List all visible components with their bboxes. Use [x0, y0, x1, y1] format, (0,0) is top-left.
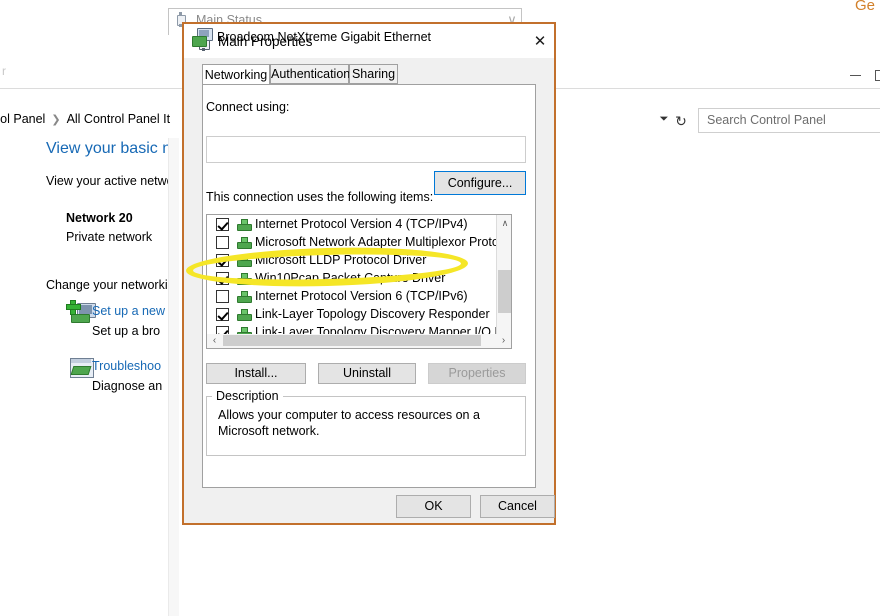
close-icon[interactable]: ✕: [530, 32, 550, 52]
items-horizontal-scrollbar[interactable]: ‹ ›: [206, 334, 512, 349]
cancel-button[interactable]: Cancel: [480, 495, 555, 518]
item-checkbox[interactable]: [216, 236, 229, 249]
item-label: Link-Layer Topology Discovery Responder: [255, 307, 490, 321]
protocol-icon: [237, 219, 252, 231]
control-panel-scrollbar[interactable]: [168, 138, 179, 616]
protocol-icon: [237, 255, 252, 267]
connect-using-label: Connect using:: [206, 100, 290, 114]
install-button[interactable]: Install...: [206, 363, 306, 384]
list-item[interactable]: Win10Pcap Packet Capture Driver: [207, 270, 511, 287]
minimize-icon[interactable]: [846, 68, 868, 82]
protocol-icon: [237, 237, 252, 249]
task-description: Set up a bro: [92, 324, 161, 338]
refresh-icon[interactable]: ↻: [672, 112, 690, 130]
uninstall-button[interactable]: Uninstall: [318, 363, 416, 384]
list-item[interactable]: Microsoft LLDP Protocol Driver: [207, 252, 511, 269]
protocol-icon: [237, 273, 252, 285]
item-label: Internet Protocol Version 4 (TCP/IPv4): [255, 217, 468, 231]
change-settings-heading: Change your networki: [46, 278, 168, 292]
protocol-icon: [237, 291, 252, 303]
properties-button: Properties: [428, 363, 526, 384]
search-placeholder: Search Control Panel: [707, 113, 826, 127]
scrollbar-thumb[interactable]: [223, 335, 481, 346]
control-panel-tab-label: r: [2, 64, 6, 78]
item-checkbox[interactable]: [216, 272, 229, 285]
item-checkbox[interactable]: [216, 290, 229, 303]
items-label: This connection uses the following items…: [206, 190, 434, 204]
description-legend: Description: [212, 389, 283, 403]
description-text: Allows your computer to access resources…: [218, 408, 480, 438]
list-item[interactable]: Link-Layer Topology Discovery Responder: [207, 306, 511, 323]
item-label: Internet Protocol Version 6 (TCP/IPv6): [255, 289, 468, 303]
list-item[interactable]: Internet Protocol Version 4 (TCP/IPv4): [207, 216, 511, 233]
page-title: View your basic n: [46, 140, 172, 157]
chevron-down-icon[interactable]: ⏷: [656, 113, 672, 129]
item-label: Microsoft LLDP Protocol Driver: [255, 253, 427, 267]
task-title[interactable]: Troubleshoo: [92, 359, 161, 373]
protocol-icon: [237, 309, 252, 321]
scroll-right-icon[interactable]: ›: [496, 334, 511, 347]
configure-button[interactable]: Configure...: [434, 171, 526, 195]
maximize-icon[interactable]: [873, 68, 880, 82]
network-type: Private network: [66, 230, 153, 244]
scroll-up-icon[interactable]: ∧: [497, 215, 511, 232]
tab-networking[interactable]: Networking: [202, 64, 270, 85]
list-item[interactable]: Internet Protocol Version 6 (TCP/IPv6): [207, 288, 511, 305]
adapter-name: Broadcom NetXtreme Gigabit Ethernet: [217, 30, 431, 44]
search-input[interactable]: Search Control Panel: [698, 108, 880, 133]
page-subtitle: View your active netwo: [46, 174, 174, 188]
corner-text: Ge: [855, 0, 876, 14]
breadcrumb-item-0[interactable]: rol Panel: [0, 112, 45, 126]
main-properties-dialog: Main Properties ✕ Networking Authenticat…: [182, 22, 556, 525]
adapter-field[interactable]: [206, 136, 526, 163]
network-adapter-icon: [192, 28, 213, 47]
tab-sharing[interactable]: Sharing: [349, 64, 398, 84]
ok-button[interactable]: OK: [396, 495, 471, 518]
items-list[interactable]: Internet Protocol Version 4 (TCP/IPv4) M…: [206, 214, 512, 348]
items-vertical-scrollbar[interactable]: ∧ ∨: [496, 215, 511, 347]
scrollbar-thumb[interactable]: [498, 270, 511, 313]
item-checkbox[interactable]: [216, 308, 229, 321]
breadcrumb[interactable]: rol Panel ❯ All Control Panel It: [0, 112, 170, 126]
list-item[interactable]: Microsoft Network Adapter Multiplexor Pr…: [207, 234, 512, 251]
breadcrumb-separator-icon: ❯: [51, 114, 61, 126]
network-name: Network 20: [66, 211, 133, 225]
breadcrumb-item-1[interactable]: All Control Panel It: [67, 112, 171, 126]
tab-authentication[interactable]: Authentication: [270, 64, 350, 84]
item-checkbox[interactable]: [216, 254, 229, 267]
tabstrip: Networking Authentication Sharing: [202, 64, 536, 85]
item-checkbox[interactable]: [216, 218, 229, 231]
item-label: Win10Pcap Packet Capture Driver: [255, 271, 446, 285]
task-description: Diagnose an: [92, 379, 163, 393]
scroll-left-icon[interactable]: ‹: [207, 334, 222, 347]
task-title[interactable]: Set up a new: [92, 304, 165, 318]
item-label: Microsoft Network Adapter Multiplexor Pr…: [255, 235, 512, 249]
